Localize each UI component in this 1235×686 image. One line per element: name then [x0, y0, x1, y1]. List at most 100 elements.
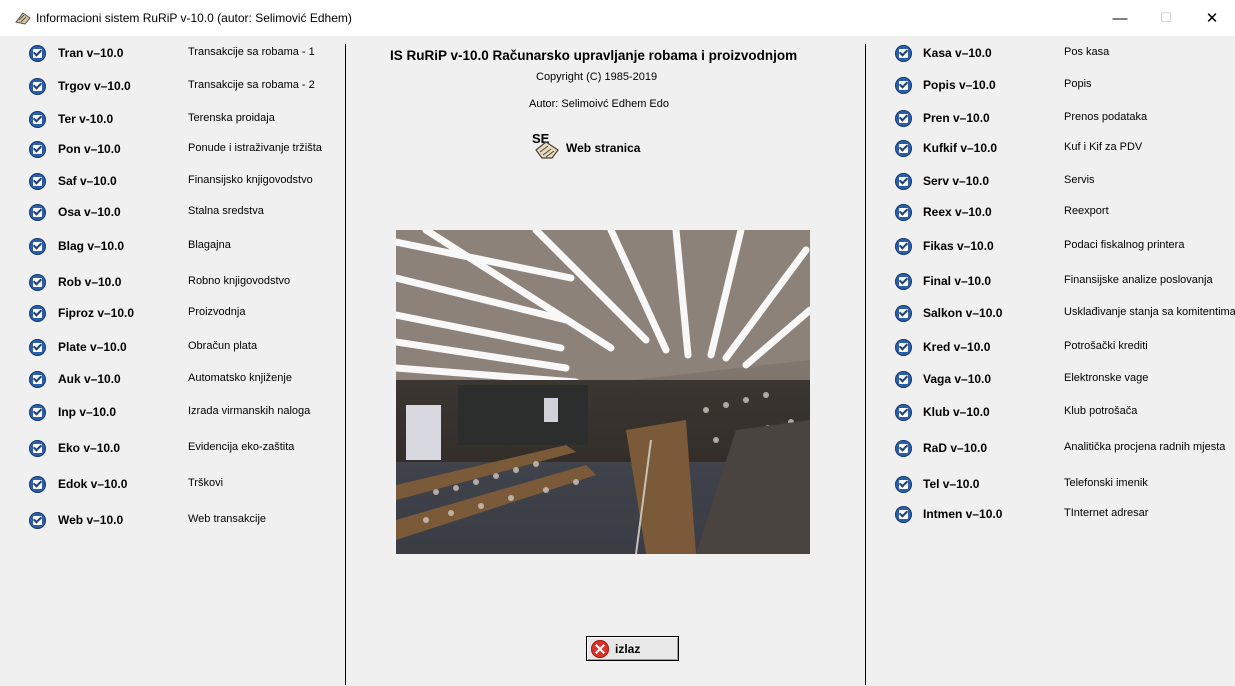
module-name[interactable]: Osa v–10.0: [58, 205, 121, 219]
module-checkbox[interactable]: [895, 476, 912, 493]
copyright-text: Copyright (C) 1985-2019: [536, 71, 658, 83]
module-description: Proizvodnja: [188, 306, 246, 318]
module-checkbox[interactable]: [29, 78, 46, 95]
checkmark-icon: [32, 406, 43, 416]
module-checkbox[interactable]: [29, 111, 46, 128]
module-name[interactable]: Kred v–10.0: [923, 340, 990, 354]
module-checkbox[interactable]: [895, 305, 912, 322]
module-name[interactable]: Kufkif v–10.0: [923, 141, 997, 155]
close-circle-icon: [591, 640, 609, 658]
title-bar: Informacioni sistem RuRiP v-10.0 (autor:…: [0, 0, 1235, 36]
checkmark-icon: [32, 175, 43, 185]
module-checkbox[interactable]: [895, 140, 912, 157]
module-checkbox[interactable]: [29, 339, 46, 356]
module-name[interactable]: Vaga v–10.0: [923, 372, 991, 386]
module-name[interactable]: Salkon v–10.0: [923, 306, 1002, 320]
web-link-label: Web stranica: [566, 141, 641, 155]
module-checkbox[interactable]: [29, 141, 46, 158]
module-name[interactable]: Blag v–10.0: [58, 239, 124, 253]
exit-button[interactable]: izlaz: [586, 636, 679, 661]
module-checkbox[interactable]: [895, 506, 912, 523]
module-checkbox[interactable]: [895, 110, 912, 127]
module-checkbox[interactable]: [895, 77, 912, 94]
module-description: Finansijsko knjigovodstvo: [188, 174, 313, 186]
module-checkbox[interactable]: [29, 173, 46, 190]
module-name[interactable]: Pren v–10.0: [923, 111, 990, 125]
module-description: Podaci fiskalnog printera: [1064, 239, 1185, 251]
module-description: Usklađivanje stanja sa komitentima: [1064, 306, 1235, 318]
module-name[interactable]: Eko v–10.0: [58, 441, 120, 455]
checkmark-icon: [32, 47, 43, 57]
checkmark-icon: [32, 276, 43, 286]
module-name[interactable]: RaD v–10.0: [923, 441, 987, 455]
module-name[interactable]: Intmen v–10.0: [923, 507, 1002, 521]
module-name[interactable]: Edok v–10.0: [58, 477, 127, 491]
module-description: Servis: [1064, 174, 1095, 186]
module-name[interactable]: Inp v–10.0: [58, 405, 116, 419]
window-title: Informacioni sistem RuRiP v-10.0 (autor:…: [36, 11, 352, 25]
module-name[interactable]: Fikas v–10.0: [923, 239, 994, 253]
module-description: Robno knjigovodstvo: [188, 275, 291, 287]
module-checkbox[interactable]: [29, 305, 46, 322]
module-checkbox[interactable]: [895, 440, 912, 457]
module-description: Pos kasa: [1064, 46, 1110, 58]
module-name[interactable]: Final v–10.0: [923, 274, 991, 288]
module-name[interactable]: Saf v–10.0: [58, 174, 117, 188]
module-name[interactable]: Reex v–10.0: [923, 205, 992, 219]
module-name[interactable]: Rob v–10.0: [58, 275, 121, 289]
module-checkbox[interactable]: [895, 273, 912, 290]
module-name[interactable]: Kasa v–10.0: [923, 46, 992, 60]
module-checkbox[interactable]: [29, 512, 46, 529]
module-name[interactable]: Serv v–10.0: [923, 174, 989, 188]
checkmark-icon: [32, 80, 43, 90]
module-description: Popis: [1064, 78, 1092, 90]
module-description: Transakcije sa robama - 2: [188, 79, 315, 91]
module-name[interactable]: Popis v–10.0: [923, 78, 996, 92]
module-name[interactable]: Pon v–10.0: [58, 142, 121, 156]
minimize-button[interactable]: —: [1097, 0, 1143, 36]
module-checkbox[interactable]: [29, 274, 46, 291]
module-description: Blagajna: [188, 239, 231, 251]
module-checkbox[interactable]: [895, 173, 912, 190]
module-name[interactable]: Plate v–10.0: [58, 340, 127, 354]
module-checkbox[interactable]: [29, 238, 46, 255]
module-name[interactable]: Fiproz v–10.0: [58, 306, 134, 320]
module-checkbox[interactable]: [29, 476, 46, 493]
module-name[interactable]: Ter v-10.0: [58, 112, 113, 126]
module-checkbox[interactable]: [29, 204, 46, 221]
module-description: Terenska proidaja: [188, 112, 275, 124]
module-checkbox[interactable]: [895, 404, 912, 421]
module-description: Evidencija eko-zaštita: [188, 441, 295, 453]
page-title: IS RuRiP v-10.0 Računarsko upravljanje r…: [390, 48, 798, 63]
module-checkbox[interactable]: [29, 45, 46, 62]
module-description: Finansijske analize poslovanja: [1064, 274, 1213, 286]
close-button[interactable]: ✕: [1189, 0, 1235, 36]
module-checkbox[interactable]: [895, 339, 912, 356]
module-description: Stalna sredstva: [188, 205, 264, 217]
module-name[interactable]: Tran v–10.0: [58, 46, 123, 60]
checkmark-icon: [32, 478, 43, 488]
module-name[interactable]: Klub v–10.0: [923, 405, 990, 419]
checkmark-icon: [898, 341, 909, 351]
module-checkbox[interactable]: [29, 404, 46, 421]
checkmark-icon: [898, 79, 909, 89]
lecture-hall-image: [396, 230, 810, 554]
module-checkbox[interactable]: [895, 45, 912, 62]
checkmark-icon: [898, 47, 909, 57]
module-checkbox[interactable]: [895, 238, 912, 255]
module-description: Potrošački krediti: [1064, 340, 1148, 352]
module-checkbox[interactable]: [895, 204, 912, 221]
module-checkbox[interactable]: [895, 371, 912, 388]
checkmark-icon: [32, 113, 43, 123]
module-name[interactable]: Web v–10.0: [58, 513, 123, 527]
module-name[interactable]: Auk v–10.0: [58, 372, 121, 386]
checkmark-icon: [898, 175, 909, 185]
module-checkbox[interactable]: [29, 440, 46, 457]
module-name[interactable]: Trgov v–10.0: [58, 79, 131, 93]
module-description: TInternet adresar: [1064, 507, 1149, 519]
checkmark-icon: [898, 142, 909, 152]
module-checkbox[interactable]: [29, 371, 46, 388]
checkmark-icon: [898, 373, 909, 383]
module-name[interactable]: Tel v–10.0: [923, 477, 979, 491]
checkmark-icon: [898, 442, 909, 452]
